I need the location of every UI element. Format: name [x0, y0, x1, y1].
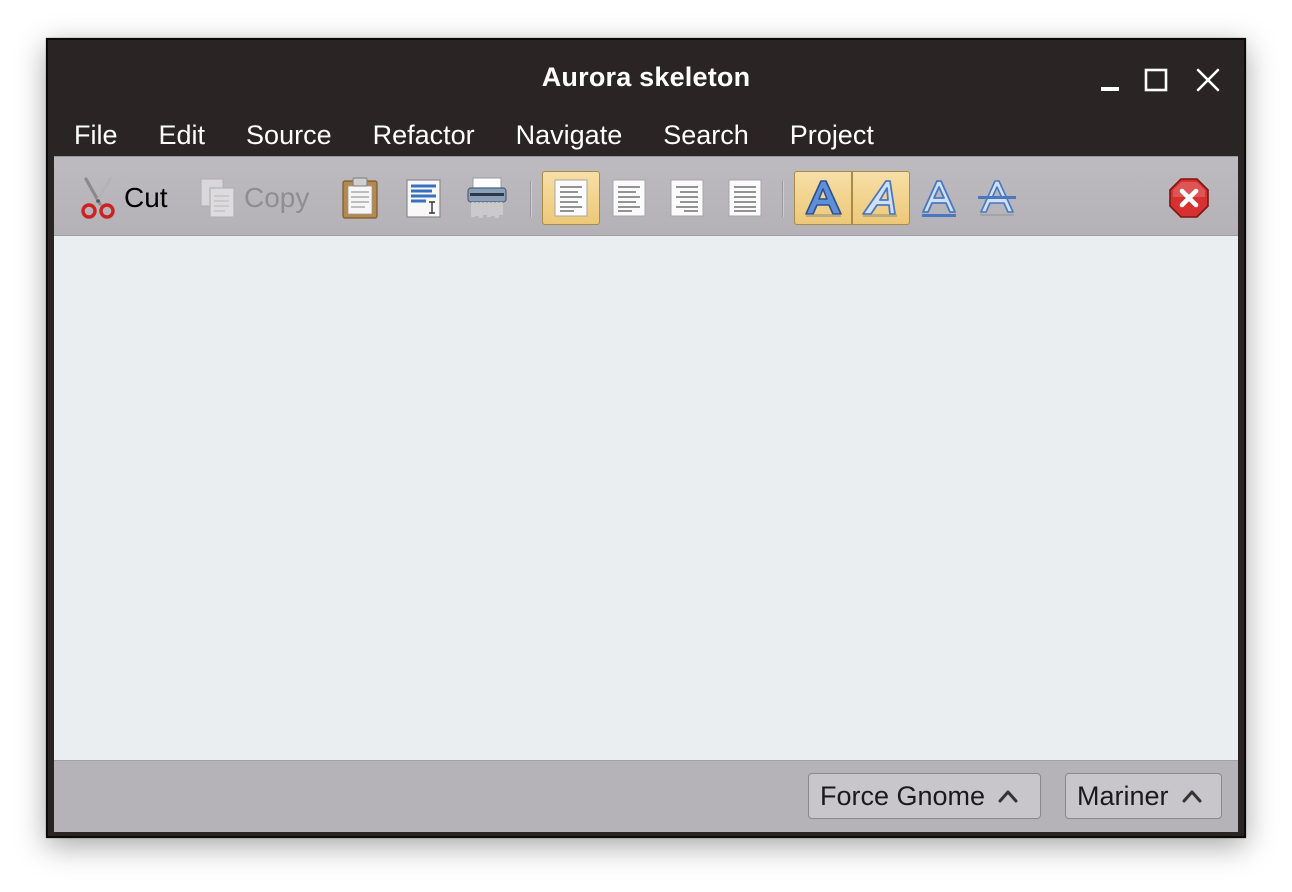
- menu-navigate[interactable]: Navigate: [516, 114, 623, 156]
- main-content-area[interactable]: [54, 236, 1238, 760]
- toolbar-separator: [782, 181, 784, 217]
- menu-bar: File Edit Source Refactor Navigate Searc…: [48, 114, 1244, 156]
- status-bar: Force Gnome Mariner: [54, 760, 1238, 832]
- close-button[interactable]: [1190, 64, 1226, 98]
- copy-icon: [200, 178, 235, 218]
- menu-project[interactable]: Project: [790, 114, 874, 156]
- toolbar: Cut Copy: [54, 156, 1238, 236]
- toolbar-separator: [530, 181, 532, 217]
- clipboard-icon: [342, 177, 378, 219]
- maximize-icon: [1144, 68, 1168, 92]
- align-justify-toggle[interactable]: [716, 171, 774, 225]
- skin-combo-value: Mariner: [1077, 780, 1169, 811]
- align-right-toggle[interactable]: [658, 171, 716, 225]
- minimize-button[interactable]: [1092, 64, 1128, 98]
- close-icon: [1196, 68, 1220, 92]
- menu-search[interactable]: Search: [663, 114, 749, 156]
- align-center-icon: [612, 179, 646, 217]
- menu-refactor[interactable]: Refactor: [373, 114, 475, 156]
- paste-button[interactable]: [340, 171, 380, 225]
- stop-icon: [1169, 178, 1209, 218]
- copy-button[interactable]: Copy: [198, 171, 309, 225]
- align-center-toggle[interactable]: [600, 171, 658, 225]
- theme-combo-value: Force Gnome: [820, 780, 986, 811]
- minimize-icon: [1101, 87, 1119, 91]
- cut-button[interactable]: Cut: [78, 171, 168, 225]
- window-title: Aurora skeleton: [541, 62, 751, 92]
- find-replace-icon: [406, 179, 441, 218]
- find-replace-button[interactable]: [404, 171, 444, 225]
- chevron-up-icon: [998, 790, 1018, 803]
- app-window: Aurora skeleton File Edit Source Refacto…: [46, 38, 1246, 838]
- menu-file[interactable]: File: [74, 114, 118, 156]
- strikethrough-toggle[interactable]: [968, 171, 1026, 225]
- align-justify-icon: [728, 179, 762, 217]
- stop-button[interactable]: [1168, 171, 1210, 225]
- align-right-icon: [670, 179, 704, 217]
- bold-toggle[interactable]: [794, 171, 852, 225]
- underline-toggle[interactable]: [910, 171, 968, 225]
- italic-toggle[interactable]: [852, 171, 910, 225]
- strikethrough-icon: [978, 180, 1016, 216]
- title-bar[interactable]: Aurora skeleton: [48, 40, 1244, 118]
- italic-icon: [862, 180, 897, 217]
- theme-combo[interactable]: Force Gnome: [808, 773, 1041, 819]
- align-left-icon: [554, 179, 588, 217]
- shredder-button[interactable]: [466, 171, 508, 225]
- maximize-button[interactable]: [1138, 64, 1174, 98]
- bold-icon: [805, 180, 842, 217]
- cut-label: Cut: [124, 182, 168, 213]
- underline-icon: [922, 180, 956, 217]
- skin-combo[interactable]: Mariner: [1065, 773, 1222, 819]
- chevron-up-icon: [1182, 790, 1202, 803]
- menu-edit[interactable]: Edit: [159, 114, 206, 156]
- align-left-toggle[interactable]: [542, 171, 600, 225]
- menu-source[interactable]: Source: [246, 114, 332, 156]
- scissors-icon: [81, 177, 115, 219]
- copy-label: Copy: [244, 182, 310, 213]
- shredder-icon: [467, 177, 507, 218]
